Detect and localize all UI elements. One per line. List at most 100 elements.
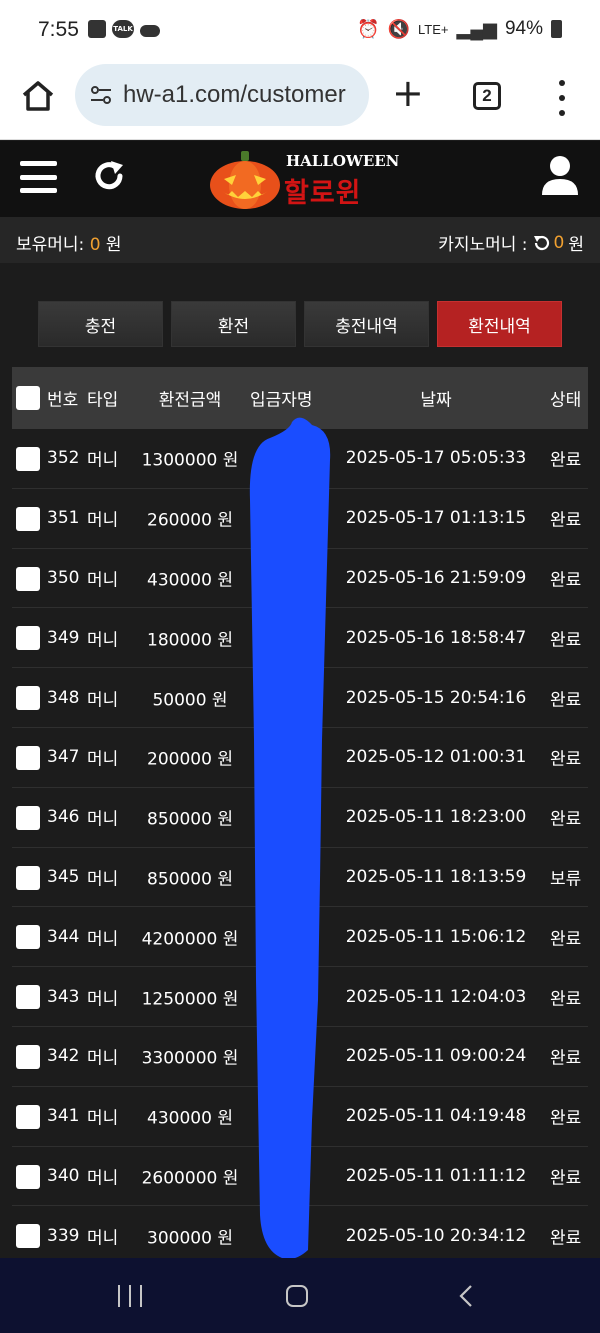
- notification-icons: TALK: [88, 20, 160, 38]
- row-number: 351: [47, 508, 80, 529]
- hamburger-icon[interactable]: [20, 161, 57, 193]
- browser-toolbar: hw-a1.com/customer + 2: [0, 60, 600, 140]
- row-status: 완료: [550, 929, 582, 950]
- casino-money: 카지노머니 : 0 원: [438, 230, 584, 256]
- back-icon[interactable]: [458, 1284, 474, 1308]
- row-status: 완료: [550, 1168, 582, 1189]
- table-row[interactable]: 347 머니 200000 원 2025-05-12 01:00:31 완료: [12, 728, 588, 788]
- menu-line: [20, 161, 57, 166]
- row-checkbox[interactable]: [16, 506, 40, 531]
- more-dot: [559, 80, 565, 86]
- more-dot: [559, 110, 565, 116]
- row-checkbox[interactable]: [16, 447, 40, 471]
- recent-line: [140, 1285, 142, 1307]
- table-row[interactable]: 343 머니 1250000 원 2025-05-11 12:04:03 완료: [12, 967, 588, 1027]
- row-status: 완료: [550, 690, 582, 711]
- site-logo[interactable]: HALLOWEEN 할로윈: [208, 149, 399, 211]
- logo-text-halloween: HALLOWEEN: [286, 152, 400, 170]
- tab-exchange[interactable]: 환전: [171, 301, 296, 347]
- table-row[interactable]: 350 머니 430000 원 2025-05-16 21:59:09 완료: [12, 549, 588, 609]
- select-all-checkbox[interactable]: [16, 386, 40, 410]
- table-row[interactable]: 352 머니 1300000 원 2025-05-17 05:05:33 완료: [12, 429, 588, 489]
- more-menu-button[interactable]: [555, 80, 569, 116]
- row-checkbox[interactable]: [16, 1224, 40, 1249]
- row-type: 머니: [87, 510, 119, 531]
- casino-value: 0: [553, 232, 565, 253]
- row-checkbox[interactable]: [16, 865, 40, 890]
- reload-icon[interactable]: [532, 234, 550, 252]
- signal-icon: ▂▄▆: [456, 18, 497, 39]
- table-row[interactable]: 346 머니 850000 원 2025-05-11 18:23:00 완료: [12, 788, 588, 848]
- user-icon[interactable]: [540, 155, 580, 197]
- row-type: 머니: [87, 1108, 119, 1129]
- row-date: 2025-05-16 21:59:09: [345, 567, 527, 588]
- row-type: 머니: [87, 1228, 119, 1249]
- row-status: 보류: [550, 869, 582, 890]
- header-number: 번호: [47, 390, 79, 411]
- row-checkbox[interactable]: [16, 925, 40, 950]
- holding-value: 0: [89, 235, 101, 255]
- table-row[interactable]: 348 머니 50000 원 2025-05-15 20:54:16 완료: [12, 668, 588, 728]
- url-text: hw-a1.com/customer: [123, 81, 346, 108]
- row-checkbox[interactable]: [16, 566, 40, 591]
- row-number: 344: [47, 926, 80, 947]
- row-amount: 430000 원: [147, 570, 233, 591]
- talk-icon: TALK: [112, 20, 134, 38]
- new-tab-button[interactable]: +: [392, 74, 424, 112]
- row-date: 2025-05-16 18:58:47: [345, 627, 527, 648]
- row-number: 350: [47, 567, 80, 588]
- home-nav-icon[interactable]: [286, 1285, 308, 1307]
- table-row[interactable]: 345 머니 850000 원 2025-05-11 18:13:59 보류: [12, 848, 588, 908]
- table-header: 번호 타입 환전금액 입금자명 날짜 상태: [12, 367, 588, 429]
- pumpkin-icon: [210, 151, 280, 209]
- row-amount: 1300000 원: [141, 450, 239, 471]
- row-number: 346: [47, 807, 80, 828]
- table-row[interactable]: 340 머니 2600000 원 2025-05-11 01:11:12 완료: [12, 1147, 588, 1207]
- tab-charge-history[interactable]: 충전내역: [304, 301, 429, 347]
- address-bar[interactable]: hw-a1.com/customer: [75, 64, 369, 126]
- alarm-icon: ⏰: [357, 18, 380, 39]
- table-row[interactable]: 349 머니 180000 원 2025-05-16 18:58:47 완료: [12, 608, 588, 669]
- row-checkbox[interactable]: [16, 626, 40, 651]
- tab-charge[interactable]: 충전: [38, 301, 163, 347]
- row-amount: 300000 원: [147, 1228, 233, 1249]
- row-checkbox[interactable]: [16, 985, 40, 1010]
- recent-line: [129, 1285, 131, 1307]
- row-checkbox[interactable]: [16, 1044, 40, 1069]
- tune-icon[interactable]: [87, 81, 115, 109]
- row-status: 완료: [550, 450, 582, 471]
- recent-apps-icon[interactable]: [118, 1285, 142, 1307]
- row-type: 머니: [87, 929, 119, 950]
- more-dot: [559, 95, 565, 101]
- row-type: 머니: [87, 570, 119, 591]
- home-icon[interactable]: [20, 78, 56, 114]
- exchange-history-table: 번호 타입 환전금액 입금자명 날짜 상태 352 머니 1300000 원 2025…: [12, 367, 588, 1267]
- table-row[interactable]: 342 머니 3300000 원 2025-05-11 09:00:24 완료: [12, 1027, 588, 1087]
- row-number: 341: [47, 1106, 80, 1127]
- header-date: 날짜: [420, 390, 452, 411]
- row-date: 2025-05-11 12:04:03: [345, 986, 527, 1007]
- system-nav-bar: [0, 1258, 600, 1333]
- row-type: 머니: [87, 1168, 119, 1189]
- row-type: 머니: [87, 630, 119, 651]
- row-type: 머니: [87, 809, 119, 830]
- table-row[interactable]: 344 머니 4200000 원 2025-05-11 15:06:12 완료: [12, 907, 588, 968]
- tab-exchange-history[interactable]: 환전내역: [437, 301, 562, 347]
- row-checkbox[interactable]: [16, 1164, 40, 1189]
- refresh-icon[interactable]: [93, 159, 127, 193]
- recent-line: [118, 1285, 120, 1307]
- row-checkbox[interactable]: [16, 805, 40, 830]
- header-status: 상태: [550, 390, 582, 411]
- row-checkbox[interactable]: [16, 1104, 40, 1129]
- table-row[interactable]: 351 머니 260000 원 2025-05-17 01:13:15 완료: [12, 489, 588, 549]
- cloud-icon: [140, 25, 160, 37]
- table-row[interactable]: 341 머니 430000 원 2025-05-11 04:19:48 완료: [12, 1087, 588, 1147]
- row-status: 완료: [550, 630, 582, 651]
- row-date: 2025-05-15 20:54:16: [345, 687, 527, 708]
- row-type: 머니: [87, 749, 119, 770]
- row-type: 머니: [87, 450, 119, 471]
- tab-switcher-button[interactable]: 2: [473, 82, 501, 110]
- table-body: 352 머니 1300000 원 2025-05-17 05:05:33 완료 351 머니…: [12, 429, 588, 1267]
- row-checkbox[interactable]: [16, 686, 40, 711]
- row-checkbox[interactable]: [16, 745, 40, 770]
